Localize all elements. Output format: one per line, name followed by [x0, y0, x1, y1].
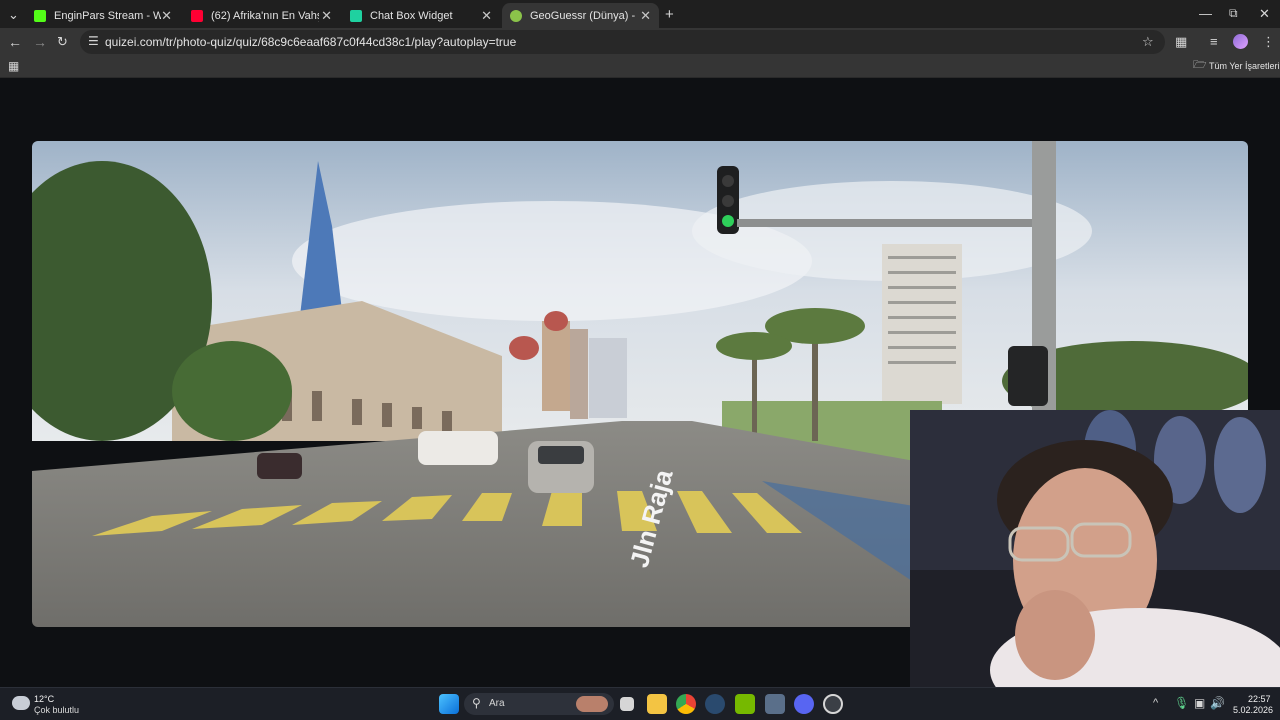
menu-icon[interactable]: ⋮ [1262, 35, 1275, 48]
white-car [418, 431, 498, 465]
profile-avatar[interactable] [1233, 34, 1248, 49]
show-hidden-icons[interactable]: ^ [1153, 698, 1158, 709]
extensions-icon[interactable]: ▦ [1175, 35, 1187, 48]
page-content: Jln Raja [0, 78, 1280, 687]
apps-grid-icon[interactable]: ▦ [8, 60, 19, 72]
task-view-icon[interactable] [620, 697, 634, 711]
bookmark-star-icon[interactable]: ☆ [1142, 35, 1154, 48]
weather-icon[interactable] [12, 696, 30, 710]
tab-title: (62) Afrika'nın En Vahşi Sporunı [211, 9, 319, 22]
kick-icon [34, 9, 46, 22]
search-placeholder: Ara [489, 698, 505, 709]
taskbar-search[interactable]: ⚲ Ara [464, 693, 614, 715]
obs-icon[interactable] [823, 694, 843, 714]
forward-icon[interactable]: → [33, 35, 47, 49]
nvidia-icon[interactable] [735, 694, 755, 714]
vpn-icon[interactable] [765, 694, 785, 714]
close-window-icon[interactable]: ✕ [1259, 7, 1270, 20]
new-tab-icon[interactable]: + [665, 7, 674, 22]
clock-time[interactable]: 22:57 [1248, 694, 1271, 704]
browser-tabstrip: ⌄ EnginPars Stream - Watch Live o ✕ (62)… [0, 0, 1280, 28]
windows-start-icon[interactable] [439, 694, 459, 714]
weather-desc: Çok bulutlu [34, 705, 80, 715]
site-info-icon[interactable]: ☰ [88, 35, 99, 47]
tab-geoguessr[interactable]: GeoGuessr (Dünya) - Quizei ✕ [502, 3, 659, 28]
reload-icon[interactable]: ↻ [57, 35, 68, 48]
address-bar[interactable]: ☰ quizei.com/tr/photo-quiz/quiz/68c9c6ea… [80, 30, 1165, 54]
discord-icon[interactable] [794, 694, 814, 714]
tab-enginpars[interactable]: EnginPars Stream - Watch Live o ✕ [26, 3, 180, 28]
clock-date[interactable]: 5.02.2026 [1233, 705, 1273, 715]
quizei-icon [510, 9, 522, 22]
tab-title: EnginPars Stream - Watch Live o [54, 9, 162, 22]
minimize-icon[interactable]: — [1199, 7, 1212, 20]
bookmarks-bar: ▦ 🗁 Tüm Yer İşaretleri [0, 56, 1280, 78]
network-icon[interactable]: ▣ [1194, 697, 1205, 709]
tab-title: Chat Box Widget [370, 9, 453, 22]
folder-icon[interactable]: 🗁 [1193, 60, 1207, 71]
microphone-icon[interactable]: 🎙 [1174, 697, 1189, 709]
close-tab-icon[interactable]: ✕ [161, 8, 172, 24]
search-icon: ⚲ [472, 696, 481, 710]
taskbar: 12°C Çok bulutlu ⚲ Ara ^ 🎙 ▣ 🔊 22:57 5.0… [0, 687, 1280, 720]
tab-search-icon[interactable]: ⌄ [8, 8, 19, 21]
close-tab-icon[interactable]: ✕ [481, 8, 492, 24]
search-highlight-icon [576, 696, 608, 712]
tab-chat-box-widget[interactable]: Chat Box Widget ✕ [342, 3, 500, 28]
close-tab-icon[interactable]: ✕ [640, 8, 651, 24]
youtube-icon [191, 9, 203, 22]
tab-title: GeoGuessr (Dünya) - Quizei [530, 9, 638, 22]
steam-icon[interactable] [705, 694, 725, 714]
tab-youtube[interactable]: (62) Afrika'nın En Vahşi Sporunı ✕ [183, 3, 340, 28]
white-tower [882, 244, 962, 404]
close-tab-icon[interactable]: ✕ [321, 8, 332, 24]
media-control-icon[interactable]: ≡ [1210, 35, 1218, 48]
back-icon[interactable]: ← [8, 35, 22, 49]
weather-temp[interactable]: 12°C [34, 694, 54, 704]
file-explorer-icon[interactable] [647, 694, 667, 714]
chrome-icon[interactable] [676, 694, 696, 714]
all-bookmarks-label[interactable]: Tüm Yer İşaretleri [1209, 61, 1280, 71]
browser-toolbar: ← → ↻ ☰ quizei.com/tr/photo-quiz/quiz/68… [0, 28, 1280, 56]
volume-icon[interactable]: 🔊 [1210, 697, 1225, 709]
webcam-overlay [910, 410, 1280, 687]
restore-icon[interactable]: ⧉ [1229, 7, 1238, 19]
widget-icon [350, 9, 362, 22]
url-text: quizei.com/tr/photo-quiz/quiz/68c9c6eaaf… [105, 35, 517, 49]
